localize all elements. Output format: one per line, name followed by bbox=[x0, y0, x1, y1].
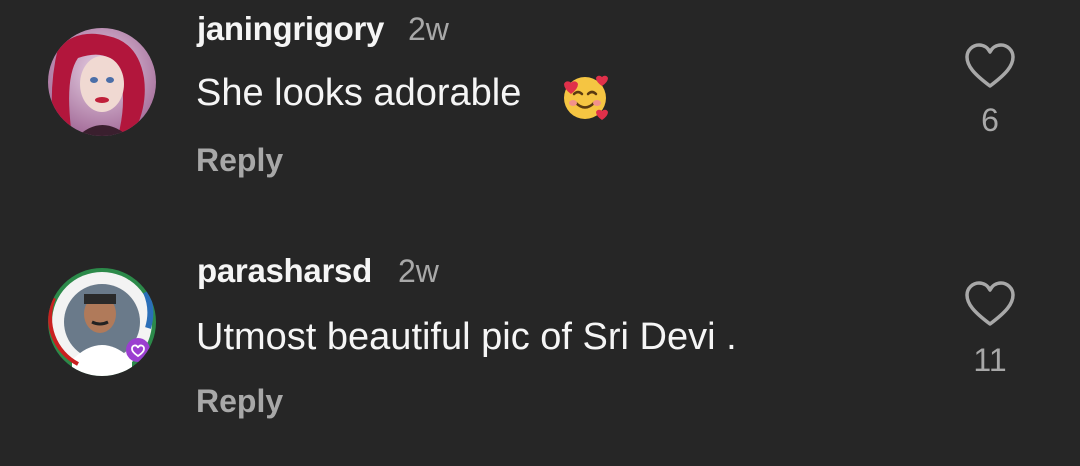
comment-timestamp: 2w bbox=[398, 253, 439, 289]
reply-button[interactable]: Reply bbox=[196, 383, 283, 420]
avatar[interactable] bbox=[48, 28, 156, 136]
heart-icon[interactable] bbox=[964, 280, 1016, 328]
avatar[interactable] bbox=[48, 268, 156, 376]
comment-text: Utmost beautiful pic of Sri Devi . bbox=[196, 316, 737, 358]
like-count: 11 bbox=[973, 342, 1007, 378]
comment-username[interactable]: janingrigory bbox=[197, 10, 384, 48]
smiling-face-with-hearts-icon bbox=[564, 75, 608, 120]
reply-button[interactable]: Reply bbox=[196, 142, 283, 179]
comment-timestamp: 2w bbox=[408, 11, 449, 47]
comment-text: She looks adorable bbox=[196, 72, 522, 114]
like-count: 6 bbox=[981, 102, 999, 138]
comment-item: parasharsd 2w Utmost beautiful pic of Sr… bbox=[0, 238, 1080, 438]
comment-item: janingrigory 2w She looks adorable Reply… bbox=[0, 0, 1080, 200]
comment-username[interactable]: parasharsd bbox=[197, 252, 372, 290]
heart-icon[interactable] bbox=[964, 42, 1016, 90]
